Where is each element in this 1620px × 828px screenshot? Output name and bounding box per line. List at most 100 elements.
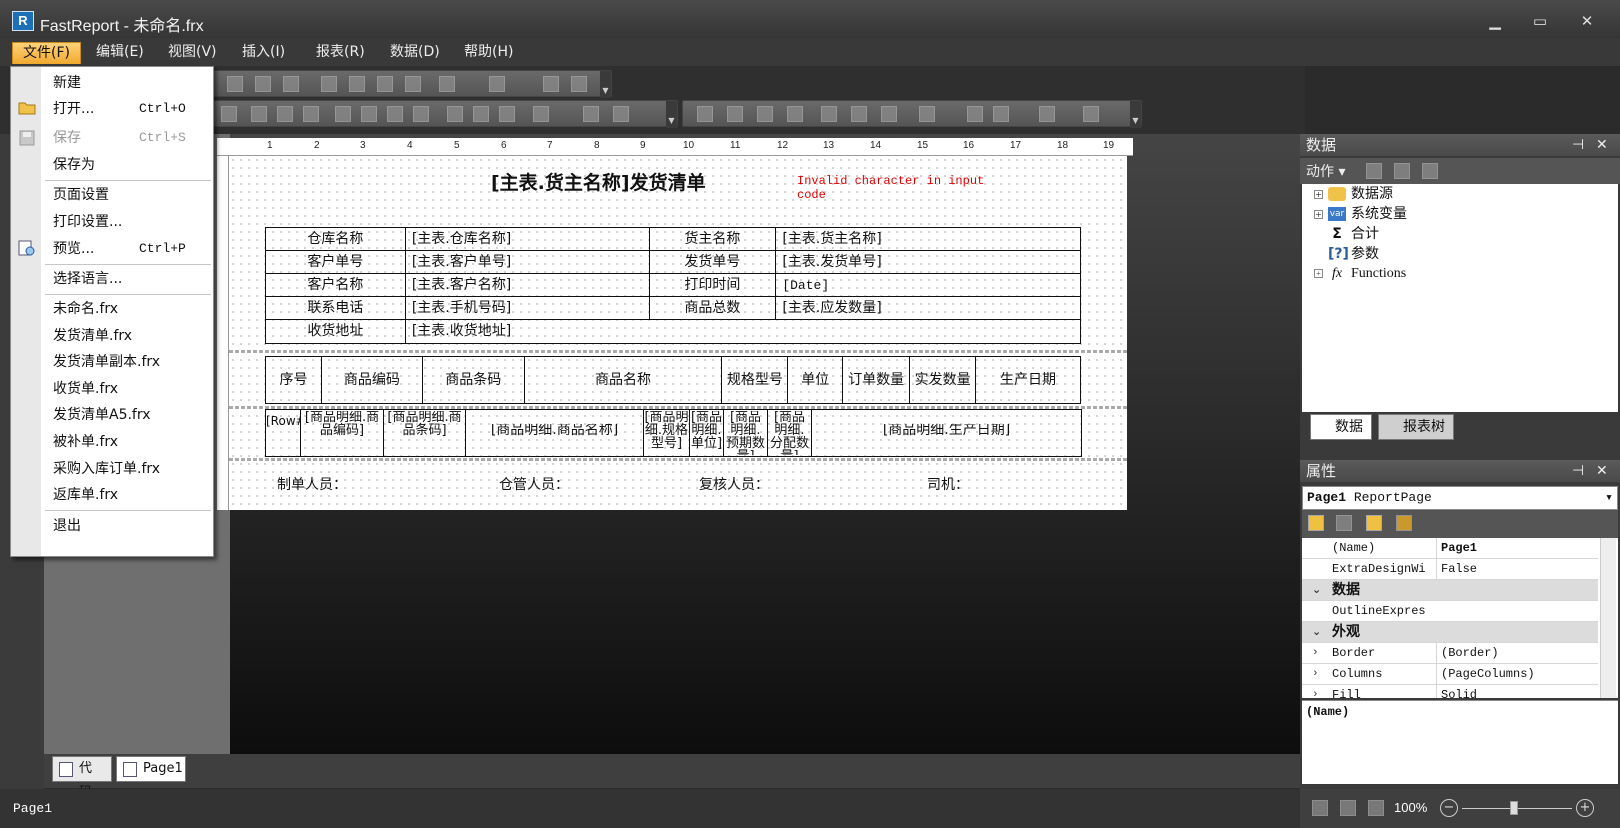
redo-icon[interactable] (489, 76, 505, 92)
detail-cell[interactable]: [商品明细.单位] (689, 409, 724, 457)
tab-data[interactable]: 数据 (1310, 414, 1372, 440)
border-left-icon[interactable] (757, 106, 773, 122)
header-label[interactable]: 货主名称 (648, 227, 777, 251)
property-row[interactable]: OutlineExpres (1302, 601, 1598, 622)
undo-icon[interactable] (439, 76, 455, 92)
chevron-down-icon[interactable]: ⌄ (1312, 622, 1321, 642)
property-value[interactable]: Page1 (1436, 538, 1596, 558)
header-label[interactable]: 仓库名称 (265, 227, 406, 251)
header-label[interactable]: 客户单号 (265, 250, 406, 274)
valign-middle-icon[interactable] (473, 106, 489, 122)
properties-icon[interactable] (1422, 163, 1438, 179)
menu-new[interactable]: 新建 (53, 71, 81, 95)
header-value[interactable]: [Date] (775, 273, 1081, 297)
header-value[interactable]: [主表.手机号码] (404, 296, 650, 320)
column-header[interactable]: 序号 (265, 356, 322, 404)
menu-save-as[interactable]: 保存为 (53, 153, 95, 177)
detail-cell[interactable]: [商品明细.分配数量] (767, 409, 812, 457)
cut-icon[interactable] (321, 76, 337, 92)
chevron-right-icon[interactable]: › (1312, 685, 1319, 698)
report-title[interactable]: [主表.货主名称]发货清单 (491, 168, 706, 195)
menu-recent-file[interactable]: 发货清单.frx (53, 324, 132, 348)
detail-cell[interactable]: [商品明细.商品编码] (300, 409, 384, 457)
property-row[interactable]: (Name) Page1 (1302, 538, 1598, 559)
menu-exit[interactable]: 退出 (53, 514, 81, 538)
menu-recent-file[interactable]: 发货清单副本.frx (53, 350, 160, 374)
address-label[interactable]: 收货地址 (265, 319, 406, 344)
new-dialog-icon[interactable] (255, 76, 271, 92)
footer-reviewer[interactable]: 复核人员： (699, 474, 769, 494)
zoom-out-icon[interactable]: − (1440, 799, 1458, 817)
pin-icon[interactable]: ⊣ (1572, 460, 1584, 482)
property-value[interactable]: (Border) (1436, 643, 1596, 663)
column-header[interactable]: 实发数量 (909, 356, 977, 404)
properties-scrollbar[interactable] (1600, 538, 1616, 698)
menu-save[interactable]: 保存 Ctrl+S (53, 126, 186, 150)
actions-dropdown[interactable]: 动作 ▾ (1306, 161, 1345, 181)
column-header[interactable]: 商品条码 (421, 356, 525, 404)
line-color-icon[interactable] (993, 106, 1009, 122)
tab-page1[interactable]: Page1 (116, 756, 186, 782)
new-page-icon[interactable] (227, 76, 243, 92)
align-center-icon[interactable] (361, 106, 377, 122)
border-bottom-icon[interactable] (727, 106, 743, 122)
fill-color-icon[interactable] (919, 106, 935, 122)
close-panel-icon[interactable]: ✕ (1596, 134, 1608, 156)
column-header[interactable]: 规格型号 (721, 356, 789, 404)
menu-recent-file[interactable]: 采购入库订单.frx (53, 457, 160, 481)
expand-icon[interactable]: + (1314, 209, 1323, 219)
line-width-icon[interactable] (1039, 106, 1055, 122)
address-value[interactable]: [主表.收货地址] (404, 319, 1082, 344)
zoom-slider-thumb[interactable] (1510, 801, 1518, 815)
column-header[interactable]: 生产日期 (975, 356, 1081, 404)
detail-cell[interactable]: [Row#] (265, 409, 301, 457)
header-value[interactable]: [主表.仓库名称] (404, 227, 650, 251)
rotate-icon[interactable] (613, 106, 629, 122)
header-label[interactable]: 客户名称 (265, 273, 406, 297)
copy-icon[interactable] (349, 76, 365, 92)
menu-edit[interactable]: 编辑(E) (86, 42, 154, 64)
menu-recent-file[interactable]: 发货清单A5.frx (53, 403, 151, 427)
tree-item-system-variables[interactable]: + var 系统变量 (1314, 204, 1407, 224)
menu-preview[interactable]: 预览... Ctrl+P (53, 237, 186, 261)
header-label[interactable]: 联系电话 (265, 296, 406, 320)
expand-icon[interactable]: + (1314, 189, 1323, 199)
pin-icon[interactable]: ⊣ (1572, 134, 1584, 156)
chevron-right-icon[interactable]: › (1312, 643, 1319, 663)
menu-page-setup[interactable]: 页面设置 (53, 183, 109, 207)
tree-item-functions[interactable]: + fx Functions (1314, 264, 1406, 284)
tree-item-parameters[interactable]: [?] 参数 (1328, 244, 1379, 264)
header-value[interactable]: [主表.客户名称] (404, 273, 650, 297)
footer-driver[interactable]: 司机： (927, 474, 969, 494)
paste-icon[interactable] (377, 76, 393, 92)
italic-icon[interactable] (277, 106, 293, 122)
column-header[interactable]: 订单数量 (842, 356, 911, 404)
properties-view-icon[interactable] (1366, 515, 1382, 531)
toolbar-grip-icon[interactable]: ▼ (600, 71, 611, 98)
menu-view[interactable]: 视图(V) (158, 42, 227, 64)
menu-recent-file[interactable]: 被补单.frx (53, 430, 118, 454)
border-edit-icon[interactable] (881, 106, 897, 122)
property-value[interactable]: Solid (1436, 685, 1596, 698)
footer-warehouse[interactable]: 仓管人员： (499, 474, 569, 494)
toolbar-grip-icon[interactable]: ▼ (666, 101, 677, 128)
maximize-button[interactable]: ▭ (1525, 11, 1555, 31)
valign-bottom-icon[interactable] (499, 106, 515, 122)
property-value[interactable]: (PageColumns) (1436, 664, 1596, 684)
underline-icon[interactable] (303, 106, 319, 122)
menu-report[interactable]: 报表(R) (306, 42, 375, 64)
bold-icon[interactable] (251, 106, 267, 122)
close-panel-icon[interactable]: ✕ (1596, 460, 1608, 482)
close-button[interactable]: ✕ (1572, 11, 1602, 31)
expand-icon[interactable]: + (1314, 269, 1323, 279)
minimize-button[interactable]: ▁ (1480, 11, 1510, 31)
detail-cell[interactable]: [商品明细.规格型号] (643, 409, 690, 457)
valign-top-icon[interactable] (447, 106, 463, 122)
whole-page-icon[interactable] (1368, 800, 1384, 816)
header-value[interactable]: [主表.应发数量] (775, 296, 1081, 320)
delete-icon[interactable] (1394, 163, 1410, 179)
header-value[interactable]: [主表.货主名称] (775, 227, 1081, 251)
justify-icon[interactable] (413, 106, 429, 122)
detail-cell[interactable]: [商品明细.预期数量] (723, 409, 768, 457)
header-value[interactable]: [主表.发货单号] (775, 250, 1081, 274)
